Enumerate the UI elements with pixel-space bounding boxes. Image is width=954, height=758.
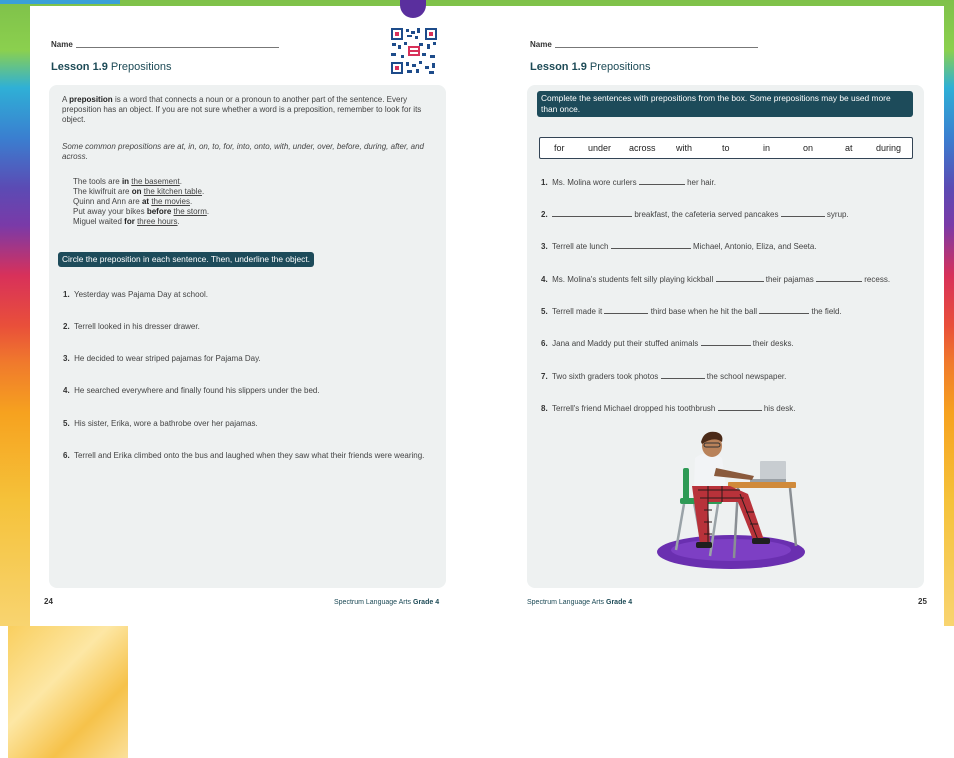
example-line: The tools are in the basement.: [73, 177, 182, 186]
word-box-item: across: [629, 143, 656, 153]
word-box-item: to: [722, 143, 730, 153]
answer-blank[interactable]: [610, 240, 691, 249]
lesson-title-left: Lesson 1.9 Prepositions: [51, 61, 171, 73]
question-8-right: 8. Terrell's friend Michael dropped his …: [541, 402, 796, 413]
answer-blank[interactable]: [816, 273, 863, 282]
qr-code-icon: [389, 26, 439, 76]
question-1-right: 1. Ms. Molina wore curlers her hair.: [541, 176, 716, 187]
example-line: Quinn and Ann are at the movies.: [73, 197, 193, 206]
answer-blank[interactable]: [604, 305, 649, 314]
example-line: Miguel waited for three hours.: [73, 217, 180, 226]
name-line-left[interactable]: [76, 47, 279, 48]
question-3-right: 3. Terrell ate lunch Michael, Antonio, E…: [541, 240, 817, 251]
instruction-banner-left: Circle the preposition in each sentence.…: [58, 252, 314, 267]
answer-blank[interactable]: [700, 337, 751, 346]
question-2-right: 2. breakfast, the cafeteria served panca…: [541, 208, 849, 219]
question-4-right: 4. Ms. Molina's students felt silly play…: [541, 273, 891, 284]
question-6-right: 6. Jana and Maddy put their stuffed anim…: [541, 337, 794, 348]
question-2-left: 2. Terrell looked in his dresser drawer.: [63, 322, 200, 331]
footer-left: Spectrum Language Arts Grade 4: [334, 599, 440, 606]
answer-blank[interactable]: [638, 176, 685, 185]
page-number-right: 25: [918, 597, 927, 606]
page-number-left: 24: [44, 597, 53, 606]
word-box-item: in: [763, 143, 771, 153]
common-prepositions: Some common prepositions are at, in, on,…: [62, 142, 424, 161]
question-5-right: 5. Terrell made it third base when he hi…: [541, 305, 842, 316]
question-1-left: 1. Yesterday was Pajama Day at school.: [63, 290, 208, 299]
word-box-item: under: [588, 143, 612, 153]
question-5-left: 5. His sister, Erika, wore a bathrobe ov…: [63, 419, 258, 428]
answer-blank[interactable]: [715, 273, 764, 282]
word-box: for under across with to in on at during: [539, 137, 913, 159]
name-label-left: Name: [51, 40, 73, 49]
lesson-topic: Prepositions: [589, 61, 651, 73]
word-box-item: with: [676, 143, 693, 153]
answer-blank[interactable]: [780, 208, 825, 217]
answer-blank[interactable]: [552, 208, 633, 217]
lesson-number: Lesson 1.9: [51, 61, 108, 73]
lesson-topic: Prepositions: [110, 61, 172, 73]
example-sentences: The tools are in the basement. The kiwif…: [73, 177, 209, 227]
answer-blank[interactable]: [660, 370, 705, 379]
word-box-item: for: [554, 143, 565, 153]
example-line: The kiwifruit are on the kitchen table.: [73, 187, 205, 196]
answer-blank[interactable]: [717, 402, 762, 411]
answer-blank[interactable]: [759, 305, 810, 314]
decorative-bottom-pattern: [8, 626, 128, 758]
footer-right: Spectrum Language Arts Grade 4: [527, 599, 633, 606]
question-3-left: 3. He decided to wear striped pajamas fo…: [63, 354, 261, 363]
intro-paragraph: A preposition is a word that connects a …: [62, 95, 422, 124]
example-line: Put away your bikes before the storm.: [73, 207, 210, 216]
question-7-right: 7. Two sixth graders took photos the sch…: [541, 370, 787, 381]
instruction-banner-right: Complete the sentences with prepositions…: [537, 91, 913, 117]
question-4-left: 4. He searched everywhere and finally fo…: [63, 386, 320, 395]
student-at-desk-illustration: [657, 431, 805, 569]
lesson-title-right: Lesson 1.9 Prepositions: [530, 61, 650, 73]
question-6-left: 6. Terrell and Erika climbed onto the bu…: [63, 451, 425, 460]
name-label-right: Name: [530, 40, 552, 49]
word-box-item: during: [876, 143, 902, 153]
lesson-number: Lesson 1.9: [530, 61, 587, 73]
top-accent-bar: [0, 0, 120, 4]
word-box-item: at: [845, 143, 853, 153]
name-line-right[interactable]: [555, 47, 758, 48]
word-box-item: on: [803, 143, 814, 153]
